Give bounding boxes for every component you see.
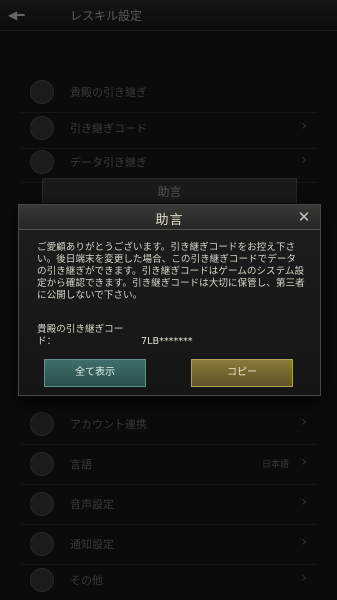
menu-row[interactable]: 通知設定 ›	[20, 524, 317, 565]
back-arrow-icon[interactable]: ◀━	[8, 8, 36, 22]
menu-row-icon	[30, 80, 54, 104]
menu-row-icon	[30, 568, 54, 592]
menu-row-label: 通知設定	[70, 538, 114, 551]
menu-row[interactable]: 音声設定 ›	[20, 484, 317, 525]
chevron-right-icon: ›	[301, 454, 307, 470]
copy-button[interactable]: コピー	[191, 359, 293, 387]
menu-row-label: 貴殿の引き継ぎ	[70, 86, 147, 99]
menu-row-label: データ引き継ぎ	[70, 156, 147, 169]
section-header: 助言	[42, 178, 297, 204]
menu-row-icon	[30, 150, 54, 174]
menu-row-label: 音声設定	[70, 498, 114, 511]
screen: ◀━ レスキル設定 貴殿の引き継ぎ 引き継ぎコード › データ引き継ぎ › 助言…	[0, 0, 337, 600]
menu-row[interactable]: 貴殿の引き継ぎ	[20, 72, 317, 113]
menu-row-label: 引き継ぎコード	[70, 122, 147, 135]
transfer-code-label: 貴殿の引き継ぎコード：	[37, 324, 124, 347]
chevron-right-icon: ›	[301, 414, 307, 430]
menu-row-value: 日本語	[261, 460, 289, 470]
chevron-right-icon: ›	[301, 570, 307, 586]
chevron-right-icon: ›	[301, 118, 307, 134]
dialog-title: 助言	[155, 213, 184, 228]
dialog-message: ご愛顧ありがとうございます。引き継ぎコードをお控え下さい。後日端末を変更した場合…	[37, 242, 305, 301]
menu-row-label: 言語	[70, 458, 92, 471]
chevron-right-icon: ›	[301, 494, 307, 510]
menu-row-label: アカウント連携	[70, 418, 147, 431]
menu-row-icon	[30, 532, 54, 556]
close-icon[interactable]: ✕	[294, 207, 314, 227]
menu-row-icon	[30, 452, 54, 476]
transfer-code-value: 7LB*******	[141, 336, 193, 347]
menu-row-icon	[30, 116, 54, 140]
menu-row[interactable]: データ引き継ぎ ›	[20, 142, 317, 183]
menu-row-label: その他	[70, 574, 103, 587]
chevron-right-icon: ›	[301, 152, 307, 168]
show-all-button[interactable]: 全て表示	[44, 359, 146, 387]
top-bar: ◀━ レスキル設定	[0, 0, 337, 31]
menu-row[interactable]: 言語 日本語 ›	[20, 444, 317, 485]
dialog-header: 助言 ✕	[19, 205, 320, 230]
section-header-label: 助言	[157, 185, 182, 199]
page-title: レスキル設定	[70, 9, 143, 23]
chevron-right-icon: ›	[301, 534, 307, 550]
menu-row[interactable]: その他 ›	[20, 560, 317, 600]
menu-row[interactable]: アカウント連携 ›	[20, 404, 317, 445]
menu-row-icon	[30, 492, 54, 516]
advice-dialog: 助言 ✕ ご愛顧ありがとうございます。引き継ぎコードをお控え下さい。後日端末を変…	[18, 204, 321, 396]
menu-row-icon	[30, 412, 54, 436]
